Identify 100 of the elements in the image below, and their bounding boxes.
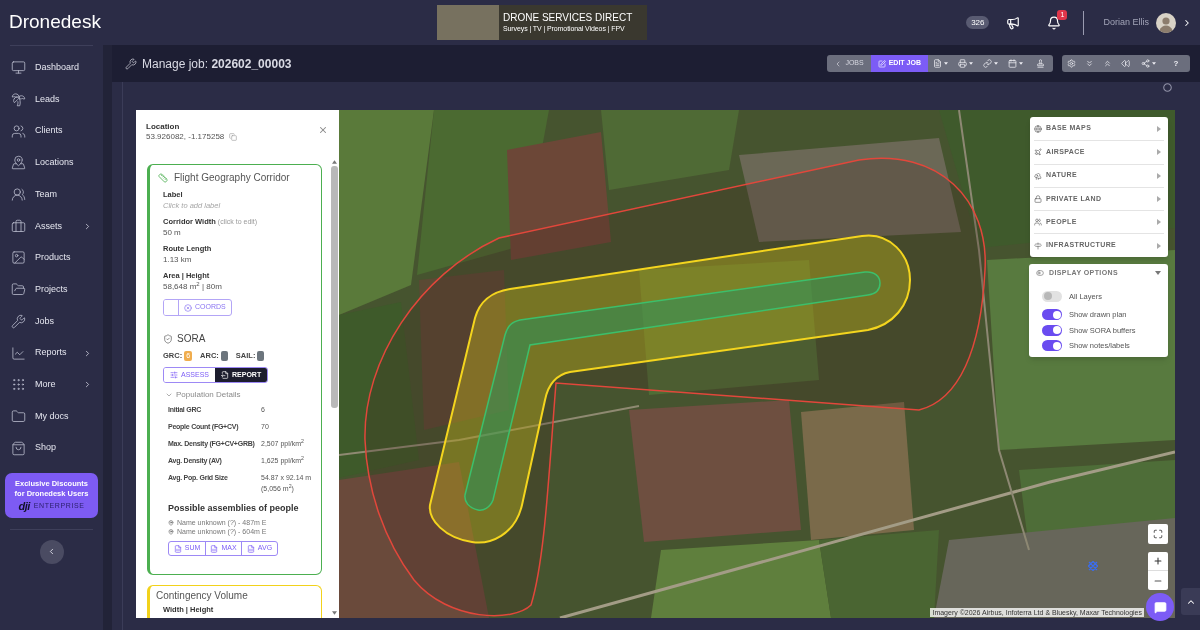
line-chart-icon [11, 345, 26, 361]
cross-marker-icon[interactable] [1088, 561, 1098, 571]
scroll-down-arrow-icon[interactable] [332, 611, 337, 615]
spreadsheet-icon [246, 544, 255, 553]
caret-right-icon [1157, 242, 1161, 249]
caret-right-icon [1157, 196, 1161, 203]
scrollbar-thumb[interactable] [331, 166, 338, 408]
stamp-icon [1036, 59, 1045, 68]
sora-title: SORA [177, 332, 206, 346]
brand-logo: dji [18, 499, 30, 512]
photo-placeholder [437, 5, 499, 40]
file-export-icon [221, 371, 229, 379]
toggle-icon [1036, 269, 1044, 277]
collapse-sidebar-button[interactable] [39, 539, 64, 564]
lock-icon [1034, 195, 1042, 204]
field-value: 50 m [163, 227, 182, 239]
section-toggle[interactable]: Population Details [176, 389, 241, 401]
copy-icon[interactable] [229, 133, 238, 141]
scroll-top-button[interactable] [1181, 588, 1200, 615]
globe-icon [1034, 124, 1042, 133]
nav-item[interactable]: Locations [0, 147, 103, 179]
shopping-bag-icon [11, 440, 26, 456]
double-chevron-down-icon [1084, 59, 1094, 68]
nav-item[interactable]: More [0, 368, 103, 401]
open-folder-icon [11, 282, 26, 298]
assemblies-heading: Possible assemblies of people [167, 502, 300, 515]
user-name[interactable]: Dorian Ellis [1103, 15, 1149, 30]
toggle-switch[interactable] [1042, 340, 1062, 352]
user-avatar-icon[interactable] [1156, 12, 1176, 33]
dot-grid-icon [11, 377, 26, 393]
fullscreen-icon [1153, 529, 1163, 539]
nav-item[interactable]: My docs [0, 400, 103, 433]
chevron-down-icon[interactable] [165, 391, 173, 399]
nav-item[interactable]: Team [0, 178, 103, 211]
toggle-switch[interactable] [1042, 290, 1062, 302]
folder-icon [11, 408, 26, 424]
people-icon [1034, 218, 1042, 227]
link-icon [983, 59, 992, 68]
image-icon [11, 250, 26, 266]
nav-item[interactable]: Clients [0, 115, 103, 148]
help-button[interactable]: ? [1162, 55, 1190, 72]
app-logo[interactable]: Dronedesk [9, 11, 101, 32]
map-pin-icon [168, 528, 174, 535]
spreadsheet-icon [210, 544, 219, 553]
shield-icon [163, 334, 173, 344]
close-icon[interactable] [318, 125, 328, 135]
field-value: 1.13 km [163, 254, 193, 266]
caret-right-icon [1157, 149, 1161, 156]
rewind-icon [1120, 59, 1130, 68]
user-group-icon [11, 187, 26, 203]
nav-item[interactable]: Jobs [0, 305, 103, 338]
location-heading: Location [146, 122, 181, 132]
scroll-up-arrow-icon[interactable] [332, 160, 337, 164]
edit-icon [877, 59, 886, 68]
fullscreen-button[interactable] [1148, 524, 1168, 544]
briefcase-icon [11, 218, 26, 234]
chevron-left-icon [47, 547, 56, 557]
bell-icon[interactable] [1047, 15, 1062, 30]
empty-button[interactable] [164, 300, 179, 315]
settings-icon [1066, 59, 1076, 68]
spreadsheet-icon [173, 544, 182, 553]
page-title: Manage job: 202602_00003 [142, 55, 292, 73]
circle-x-icon [184, 303, 192, 312]
location-coords: 53.926082, -1.175258 [146, 132, 225, 142]
nav-item[interactable]: Shop [0, 432, 103, 464]
count-badge[interactable]: 326 [966, 16, 990, 29]
chevron-right-icon[interactable] [1182, 17, 1192, 28]
signpost-icon [1034, 241, 1042, 250]
calendar-icon [1008, 59, 1017, 68]
trees-icon [1034, 171, 1042, 180]
toggle-switch[interactable] [1042, 324, 1062, 336]
caret-right-icon [1157, 125, 1161, 132]
ring-icon[interactable] [1163, 83, 1172, 92]
megaphone-icon[interactable] [1006, 15, 1021, 30]
toggle-switch[interactable] [1042, 309, 1062, 321]
nav-item[interactable]: Projects [0, 273, 103, 306]
users-icon [11, 123, 26, 139]
section-title: Contingency Volume [156, 590, 248, 602]
sliders-icon [170, 371, 178, 379]
map-pin-icon [168, 519, 174, 526]
share-icon [1140, 59, 1150, 68]
nav-item[interactable]: Dashboard [0, 52, 103, 84]
monitor-icon [11, 60, 26, 76]
caret-right-icon [1157, 172, 1161, 179]
nav-item[interactable]: Assets [0, 210, 103, 243]
document-icon [933, 59, 942, 68]
chat-bubble-icon [1153, 600, 1167, 614]
plus-icon [1153, 556, 1163, 566]
nav-item[interactable]: Products [0, 242, 103, 274]
nav-item[interactable]: Leads [0, 83, 103, 116]
banner-title: DRONE SERVICES DIRECT [503, 11, 633, 24]
ruler-icon [158, 173, 168, 183]
printer-icon [958, 59, 967, 68]
double-chevron-up-icon [1102, 59, 1112, 68]
nav-item[interactable]: Reports [0, 337, 103, 369]
palm-tree-icon [11, 92, 26, 108]
wrench-icon [11, 313, 26, 329]
tools-icon [125, 57, 137, 70]
field-value: 58,648 m$^{2}$ | 80m [163, 281, 223, 293]
map-pin-icon [11, 155, 26, 171]
